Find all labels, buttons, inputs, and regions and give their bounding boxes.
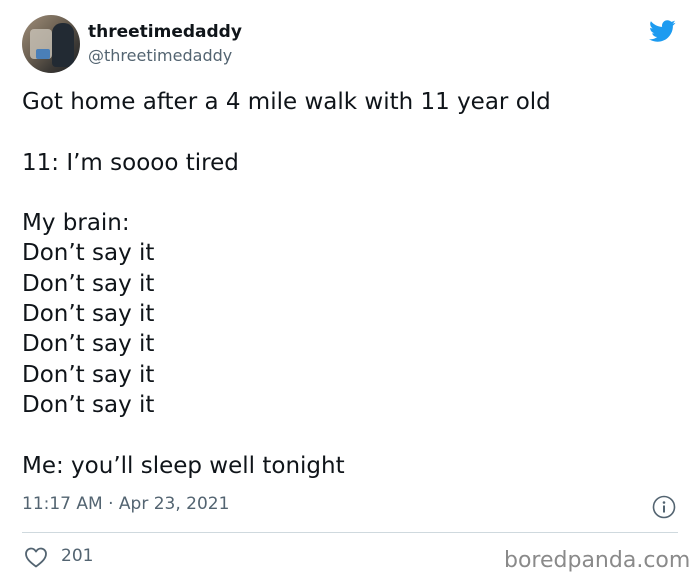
tweet-text-line: Don’t say it: [22, 301, 155, 328]
divider: [22, 532, 678, 533]
like-count: 201: [61, 546, 94, 566]
tweet-text-line: Don’t say it: [22, 331, 155, 358]
tweet-timestamp[interactable]: 11:17 AM · Apr 23, 2021: [22, 494, 229, 514]
heart-icon[interactable]: [24, 546, 48, 568]
twitter-bird-icon[interactable]: [646, 17, 678, 45]
avatar-photo-detail: [52, 23, 74, 67]
tweet-text-line: Don’t say it: [22, 270, 155, 297]
tweet-text-line: [22, 178, 682, 208]
tweet-text-line: 11: I’m soooo tired: [22, 149, 239, 176]
tweet-card: threetimedaddy @threetimedaddy Got home …: [0, 0, 700, 585]
watermark: boredpanda.com: [504, 548, 691, 573]
tweet-text-line: Me: you’ll sleep well tonight: [22, 452, 345, 479]
tweet-text-line: Don’t say it: [22, 240, 155, 267]
author-display-name[interactable]: threetimedaddy: [88, 22, 242, 42]
avatar[interactable]: [22, 15, 80, 73]
tweet-text-line: Got home after a 4 mile walk with 11 yea…: [22, 89, 551, 115]
tweet-text: Got home after a 4 mile walk with 11 yea…: [22, 87, 682, 481]
tweet-text-line: [22, 117, 682, 147]
tweet-text-line: My brain:: [22, 210, 130, 237]
info-icon[interactable]: [652, 495, 676, 519]
tweet-text-line: Don’t say it: [22, 361, 155, 388]
tweet-text-line: [22, 420, 682, 450]
tweet-text-line: Don’t say it: [22, 391, 155, 418]
avatar-photo-detail: [36, 49, 50, 59]
author-handle[interactable]: @threetimedaddy: [88, 46, 232, 65]
